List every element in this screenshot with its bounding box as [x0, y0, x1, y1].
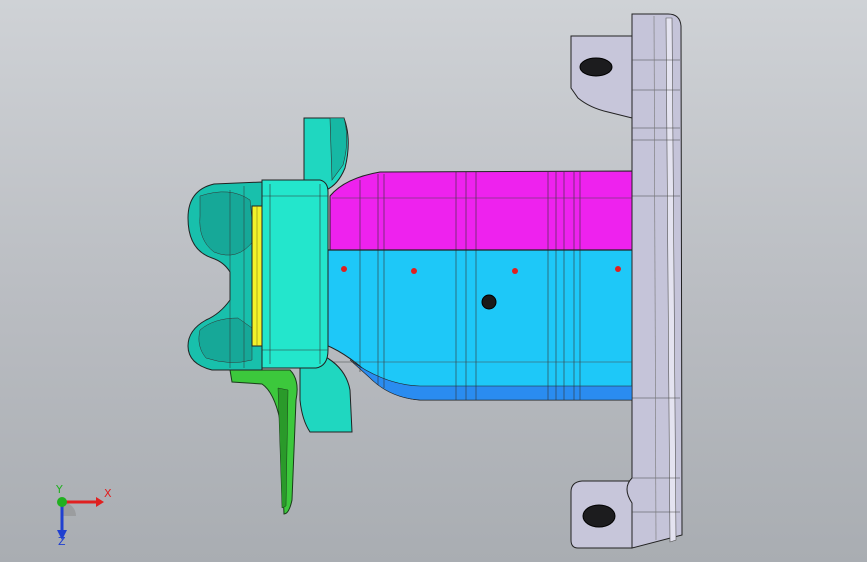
bracket-bottom-slot — [582, 504, 616, 528]
weld-marker — [411, 268, 417, 274]
yellow-shim — [251, 205, 263, 347]
green-clip[interactable] — [229, 369, 298, 515]
bracket-top-ear — [570, 35, 633, 119]
triad-z-label: Z — [58, 535, 66, 548]
end-cap[interactable] — [187, 181, 263, 371]
tube-hole — [481, 294, 497, 310]
tube-body[interactable] — [325, 170, 633, 401]
cad-model[interactable] — [0, 0, 867, 562]
weld-marker — [512, 268, 518, 274]
weld-marker — [615, 266, 621, 272]
triad-x-label: X — [104, 487, 112, 500]
bracket-top-slot — [579, 57, 613, 77]
tube-upper-section — [329, 170, 633, 251]
triad-y-label: Y — [56, 483, 63, 496]
flange-main — [261, 179, 329, 369]
coordinate-triad: X Y Z — [40, 478, 120, 548]
weld-marker — [341, 266, 347, 272]
cad-viewport[interactable]: X Y Z — [0, 0, 867, 562]
